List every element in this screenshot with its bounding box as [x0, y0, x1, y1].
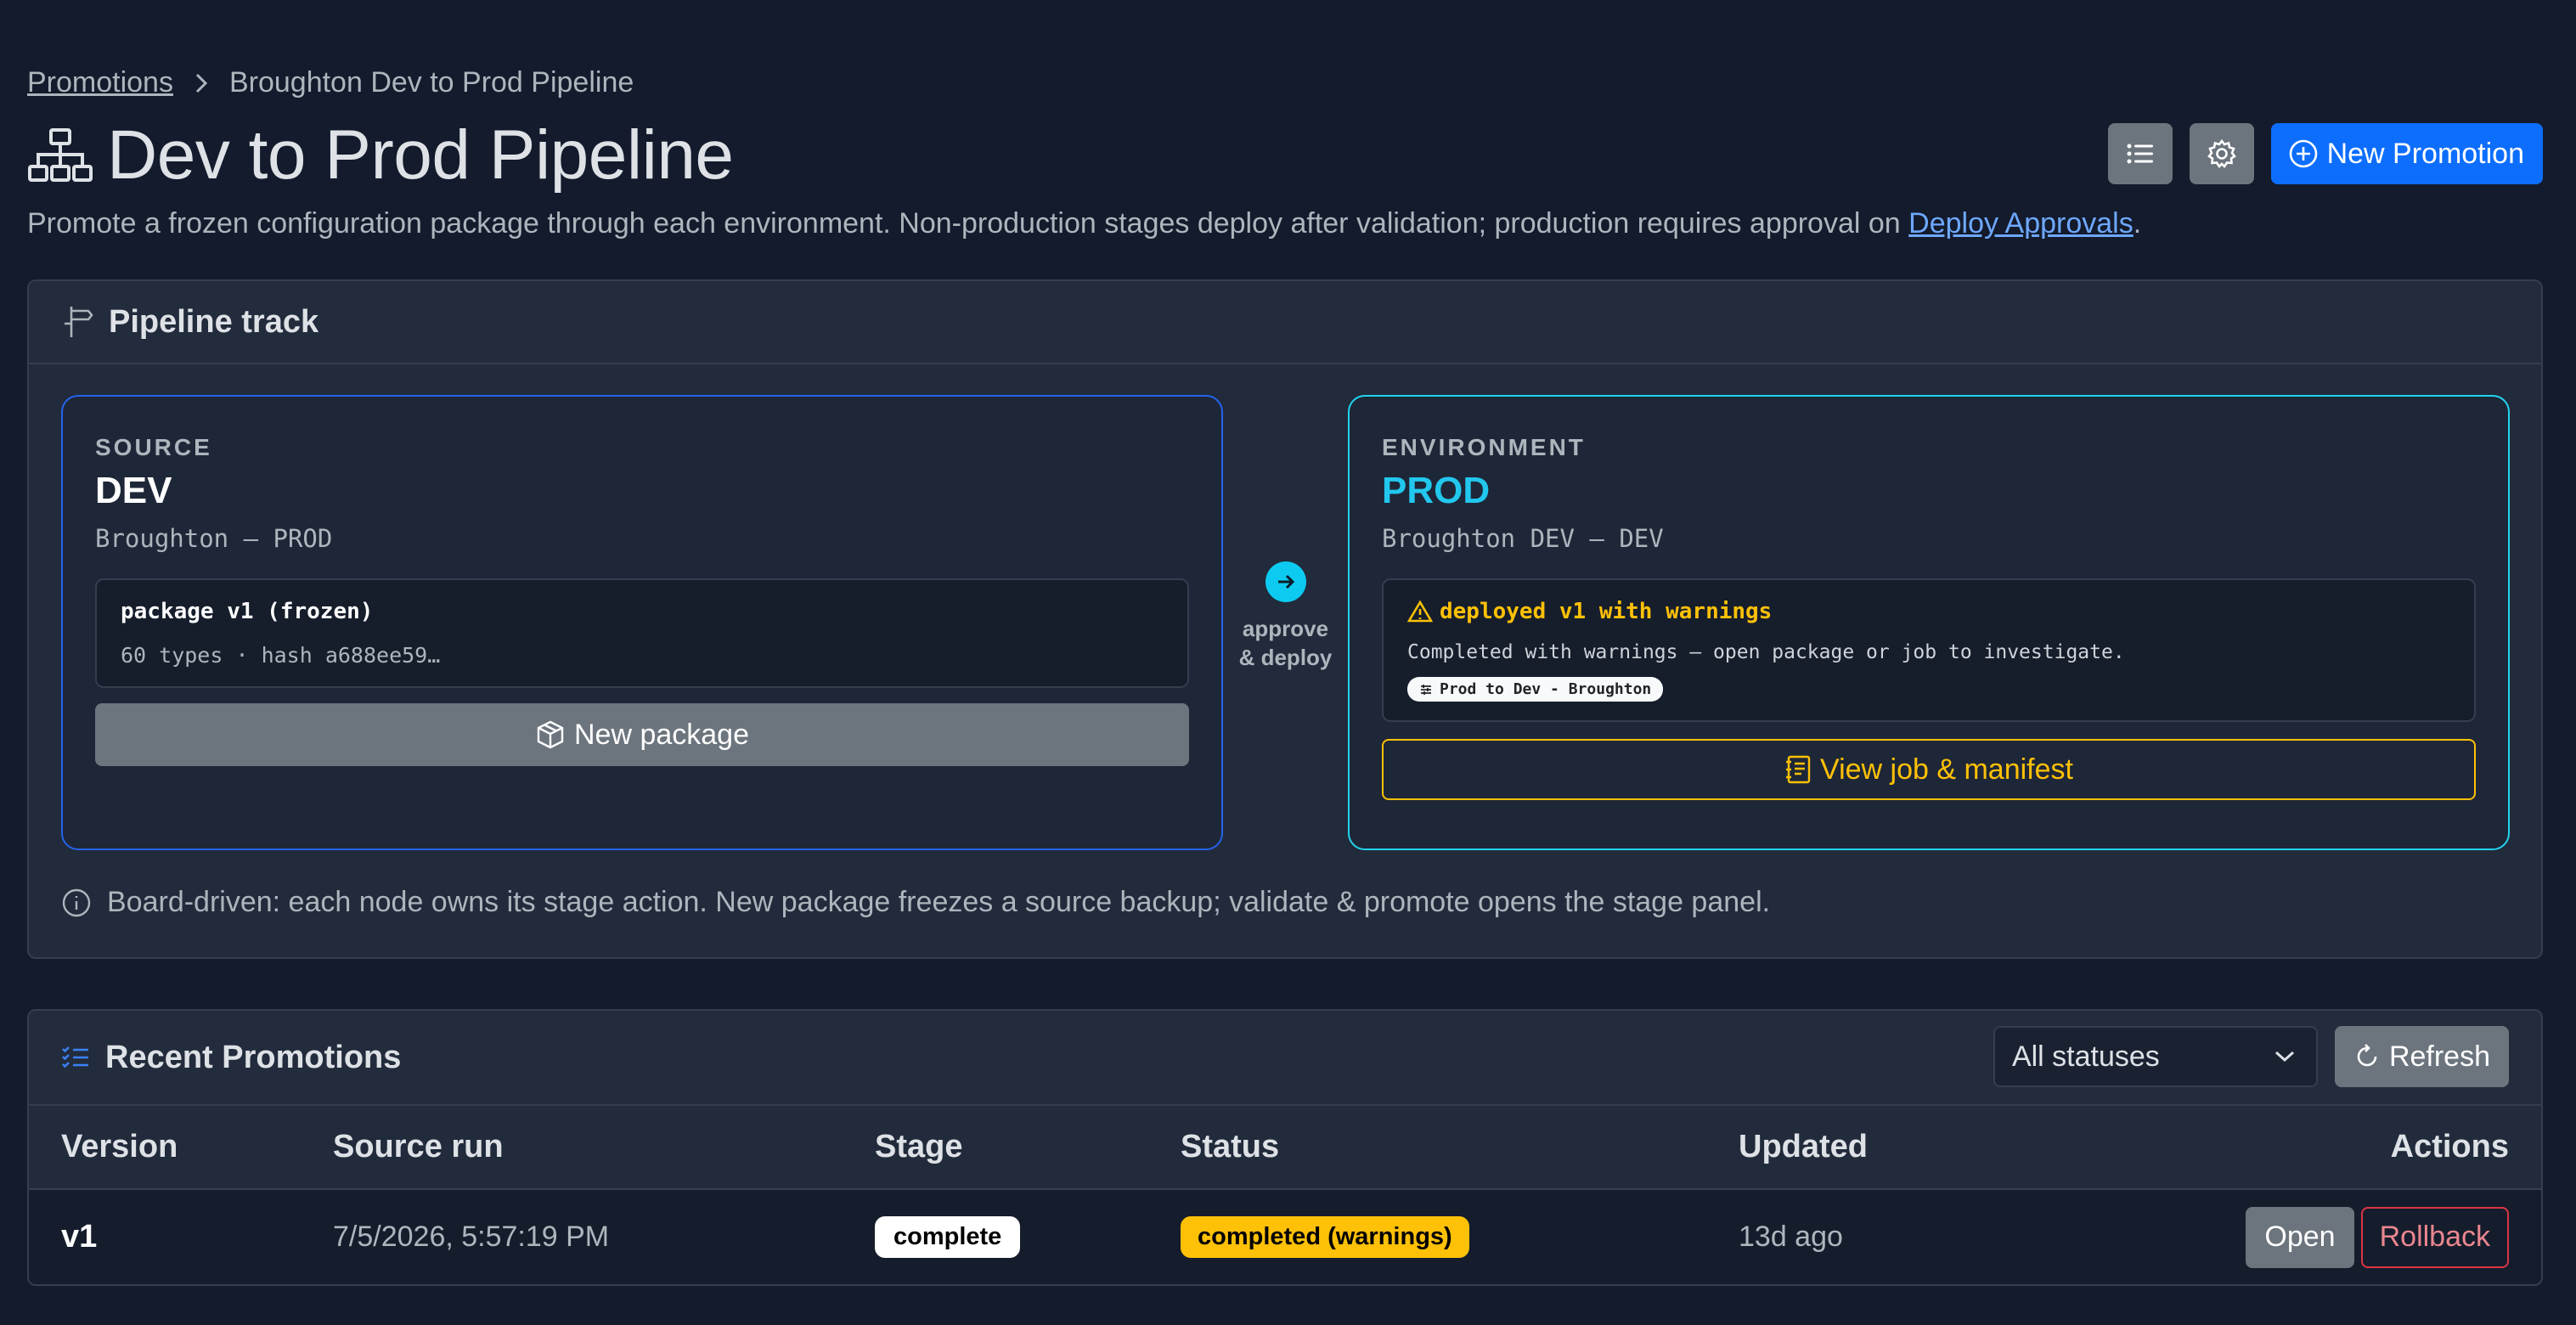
refresh-button[interactable]: Refresh: [2334, 1026, 2509, 1087]
refresh-label: Refresh: [2388, 1040, 2490, 1073]
new-promotion-button[interactable]: New Promotion: [2270, 123, 2543, 184]
title-actions: New Promotion: [2107, 123, 2543, 184]
subtitle-text: Promote a frozen configuration package t…: [27, 207, 1909, 240]
source-label: SOURCE: [95, 434, 212, 460]
arrow-right-circle-icon: [1265, 561, 1306, 602]
chevron-right-icon: [194, 70, 209, 96]
source-name: DEV: [95, 470, 172, 511]
connector-text: approve & deploy: [1223, 614, 1348, 672]
recent-controls: All statuses Refresh: [1993, 1026, 2509, 1087]
breadcrumb-link-promotions[interactable]: Promotions: [27, 66, 173, 99]
package-box: package v1 (frozen) 60 types · hash a688…: [95, 578, 1189, 688]
row-status-cell: completed (warnings): [1181, 1189, 1739, 1284]
row-stage-cell: complete: [875, 1189, 1181, 1284]
new-package-button[interactable]: New package: [95, 703, 1189, 766]
list-icon: [2126, 141, 2155, 166]
view-job-manifest-button[interactable]: View job & manifest: [1382, 739, 2476, 800]
journal-icon: [1784, 754, 1812, 785]
open-button[interactable]: Open: [2246, 1206, 2354, 1268]
breadcrumb: Promotions Broughton Dev to Prod Pipelin…: [27, 66, 634, 99]
list-view-button[interactable]: [2107, 123, 2173, 184]
board-note-text: Board-driven: each node owns its stage a…: [107, 886, 1771, 918]
source-node: SOURCE DEV Broughton — PROD package v1 (…: [61, 395, 1223, 850]
deploy-warning-text: deployed v1 with warnings: [1440, 599, 1773, 624]
deploy-approvals-link[interactable]: Deploy Approvals: [1908, 207, 2134, 240]
title-row: Dev to Prod Pipeline New Promotion: [27, 115, 2543, 196]
status-badge: completed (warnings): [1181, 1216, 1469, 1258]
row-source-run: 7/5/2026, 5:57:19 PM: [333, 1189, 875, 1284]
environment-sub: Broughton DEV — DEV: [1382, 524, 1664, 553]
rollback-button[interactable]: Rollback: [2360, 1206, 2509, 1268]
column-header-actions: Actions: [2231, 1106, 2541, 1190]
column-header-version: Version: [29, 1106, 333, 1190]
environment-label: ENVIRONMENT: [1382, 434, 1586, 460]
environment-node: ENVIRONMENT PROD Broughton DEV — DEV dep…: [1348, 395, 2510, 850]
chevron-down-icon: [2274, 1050, 2296, 1063]
stage-badge: complete: [875, 1216, 1021, 1258]
plus-circle-icon: [2288, 138, 2319, 169]
sliders-icon: [1419, 683, 1433, 696]
column-header-updated: Updated: [1739, 1106, 2231, 1190]
breadcrumb-current: Broughton Dev to Prod Pipeline: [228, 66, 634, 99]
recent-promotions-header: Recent Promotions All statuses Refresh: [29, 1011, 2541, 1106]
refresh-icon: [2353, 1043, 2381, 1070]
pipeline-track-title: Pipeline track: [109, 303, 319, 340]
warning-triangle-icon: [1407, 600, 1433, 623]
status-filter-select[interactable]: All statuses: [1993, 1026, 2318, 1087]
environment-name: PROD: [1382, 470, 1491, 511]
deploy-warning-detail: Completed with warnings — open package o…: [1407, 641, 2125, 663]
row-updated: 13d ago: [1739, 1189, 2231, 1284]
signpost-icon: [61, 305, 93, 339]
info-circle-icon: [61, 888, 92, 918]
new-promotion-label: New Promotion: [2326, 137, 2524, 170]
subtitle-suffix: .: [2133, 207, 2142, 240]
deploy-warning-title: deployed v1 with warnings: [1407, 599, 2450, 624]
approve-deploy-connector: approve & deploy: [1223, 561, 1348, 672]
page-subtitle: Promote a frozen configuration package t…: [27, 207, 2141, 240]
box-icon: [535, 719, 566, 750]
gear-icon: [2207, 138, 2237, 169]
connector-line-1: approve: [1242, 616, 1329, 641]
page-title: Dev to Prod Pipeline: [107, 116, 734, 194]
package-title: package v1 (frozen): [121, 599, 374, 624]
recent-promotions-card: Recent Promotions All statuses Refresh V…: [27, 1009, 2543, 1286]
pipeline-chip[interactable]: Prod to Dev - Broughton: [1407, 677, 1664, 702]
table-header-row: Version Source run Stage Status Updated …: [29, 1106, 2541, 1190]
status-filter-value: All statuses: [2011, 1040, 2160, 1073]
row-version: v1: [29, 1189, 333, 1284]
pipeline-track-header: Pipeline track: [29, 281, 2541, 364]
pipeline-chip-label: Prod to Dev - Broughton: [1440, 680, 1652, 698]
recent-promotions-title: Recent Promotions: [105, 1039, 402, 1075]
package-meta: 60 types · hash a688ee59…: [121, 643, 441, 668]
list-check-icon: [61, 1045, 90, 1070]
table-row: v1 7/5/2026, 5:57:19 PM complete complet…: [29, 1189, 2541, 1284]
board-note: Board-driven: each node owns its stage a…: [61, 886, 1770, 919]
promotions-table: Version Source run Stage Status Updated …: [29, 1106, 2541, 1284]
deploy-status-box: deployed v1 with warnings Completed with…: [1382, 578, 2476, 722]
sitemap-icon: [27, 127, 93, 183]
column-header-status: Status: [1181, 1106, 1739, 1190]
new-package-label: New package: [573, 718, 749, 751]
column-header-source-run: Source run: [333, 1106, 875, 1190]
source-sub: Broughton — PROD: [95, 524, 333, 553]
column-header-stage: Stage: [875, 1106, 1181, 1190]
view-job-label: View job & manifest: [1820, 753, 2073, 786]
pipeline-track-card: Pipeline track SOURCE DEV Broughton — PR…: [27, 279, 2543, 959]
settings-button[interactable]: [2189, 123, 2254, 184]
row-actions: Open Rollback: [2231, 1189, 2541, 1284]
connector-line-2: & deploy: [1238, 645, 1333, 670]
